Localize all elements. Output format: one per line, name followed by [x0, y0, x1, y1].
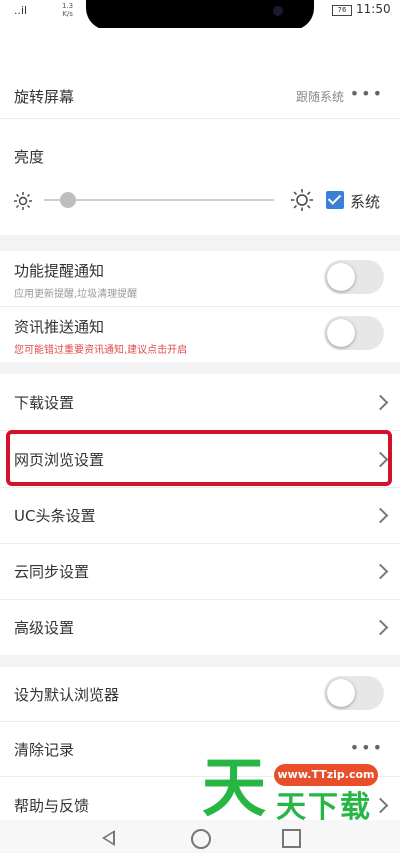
- toggle-knob: [327, 319, 355, 347]
- advanced-settings-label: 高级设置: [14, 619, 75, 637]
- section-gap: [0, 655, 400, 667]
- download-settings-label: 下载设置: [14, 394, 75, 412]
- download-settings-row[interactable]: 下载设置: [0, 374, 400, 430]
- section-gap: [0, 362, 400, 374]
- battery-icon: 76: [332, 5, 352, 16]
- back-icon[interactable]: [102, 830, 115, 846]
- clock: 11:50: [356, 2, 391, 16]
- top-spacer: [0, 28, 400, 78]
- more-dots-icon[interactable]: •••: [350, 738, 384, 757]
- news-push-row[interactable]: 资讯推送通知 您可能错过重要资讯通知,建议点击开启: [0, 307, 400, 362]
- uc-headlines-settings-row[interactable]: UC头条设置: [0, 488, 400, 543]
- system-brightness-checkbox[interactable]: [326, 191, 344, 209]
- navigation-bar: [0, 820, 400, 853]
- chevron-right-icon: [372, 394, 389, 411]
- default-browser-toggle[interactable]: [324, 676, 384, 710]
- cloud-sync-settings-row[interactable]: 云同步设置: [0, 544, 400, 599]
- default-browser-label: 设为默认浏览器: [14, 686, 120, 704]
- chevron-right-icon: [372, 507, 389, 524]
- feature-reminder-toggle[interactable]: [324, 260, 384, 294]
- help-feedback-label: 帮助与反馈: [14, 797, 90, 815]
- sun-large-icon: [291, 189, 313, 211]
- default-browser-row[interactable]: 设为默认浏览器: [0, 667, 400, 721]
- camera-icon: [273, 6, 283, 16]
- toggle-knob: [327, 263, 355, 291]
- cloud-sync-settings-label: 云同步设置: [14, 563, 90, 581]
- network-speed: 1.3 K/s: [62, 2, 74, 18]
- chevron-right-icon: [372, 563, 389, 580]
- more-dots-icon[interactable]: •••: [350, 84, 384, 103]
- watermark-logo: 天: [202, 752, 266, 826]
- brightness-row: 亮度: [0, 119, 400, 235]
- highlight-box: [6, 430, 392, 486]
- rotate-screen-label: 旋转屏幕: [14, 88, 75, 106]
- chevron-right-icon: [372, 797, 389, 814]
- rotate-screen-row[interactable]: 旋转屏幕 跟随系统 •••: [0, 78, 400, 118]
- brightness-slider-handle[interactable]: [60, 192, 76, 208]
- toggle-knob: [327, 679, 355, 707]
- advanced-settings-row[interactable]: 高级设置: [0, 600, 400, 655]
- chevron-right-icon: [372, 619, 389, 636]
- uc-headlines-settings-label: UC头条设置: [14, 507, 96, 525]
- system-brightness-label: 系统: [350, 193, 381, 211]
- camera-notch: [86, 0, 314, 30]
- news-push-subtitle: 您可能错过重要资讯通知,建议点击开启: [14, 345, 188, 356]
- news-push-toggle[interactable]: [324, 316, 384, 350]
- recent-apps-icon[interactable]: [282, 829, 301, 848]
- rotate-screen-value: 跟随系统: [295, 90, 344, 104]
- clear-records-label: 清除记录: [14, 741, 75, 759]
- feature-reminder-row[interactable]: 功能提醒通知 应用更新提醒,垃圾清理提醒: [0, 251, 400, 306]
- news-push-label: 资讯推送通知: [14, 318, 105, 336]
- brightness-slider-track[interactable]: [44, 199, 274, 201]
- section-gap: [0, 235, 400, 251]
- status-bar: ..il 1.3 K/s 76 11:50: [0, 0, 400, 30]
- watermark-url: www.TTzip.com: [274, 764, 378, 786]
- signal-icon: ..il: [14, 4, 28, 17]
- feature-reminder-label: 功能提醒通知: [14, 262, 105, 280]
- feature-reminder-subtitle: 应用更新提醒,垃圾清理提醒: [14, 289, 138, 300]
- sun-small-icon: [14, 192, 32, 210]
- brightness-label: 亮度: [14, 148, 45, 166]
- home-icon[interactable]: [191, 829, 211, 849]
